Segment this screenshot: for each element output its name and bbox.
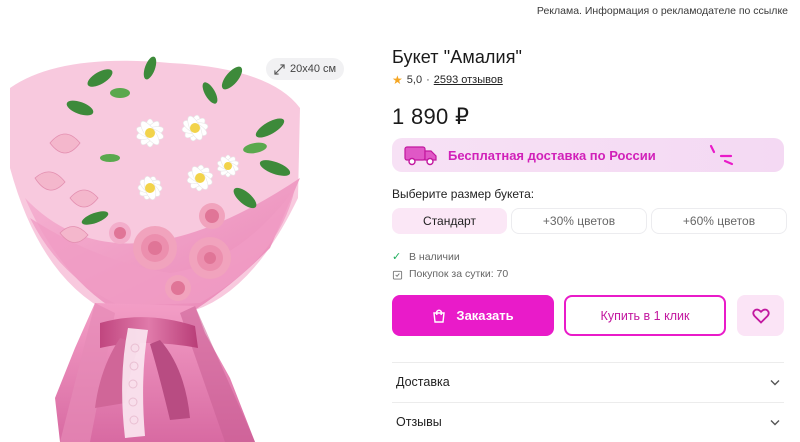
free-delivery-banner[interactable]: Бесплатная доставка по России (392, 138, 784, 172)
size-option-plus30[interactable]: +30% цветов (511, 208, 647, 234)
sparkle-decoration-icon (709, 144, 734, 166)
size-dimensions-chip: 20x40 см (266, 58, 345, 80)
size-option-plus60[interactable]: +60% цветов (651, 208, 787, 234)
order-button-label: Заказать (456, 308, 514, 323)
favorite-button[interactable] (737, 295, 784, 336)
bag-check-icon (392, 270, 403, 280)
free-delivery-text: Бесплатная доставка по России (448, 147, 656, 163)
product-image[interactable] (0, 48, 345, 442)
daily-purchases: Покупок за сутки: 70 (392, 268, 508, 280)
size-dimensions-label: 20x40 см (290, 63, 337, 75)
size-option-standard[interactable]: Стандарт (392, 208, 507, 234)
rating-value: 5,0 (406, 74, 423, 86)
rating-row: ★ 5,0 · 2593 отзывов (392, 74, 503, 86)
order-button[interactable]: Заказать (392, 295, 554, 336)
star-icon: ★ (392, 73, 403, 87)
chevron-down-icon (770, 419, 780, 425)
buy-one-click-button[interactable]: Купить в 1 клик (564, 295, 726, 336)
divider (392, 362, 784, 363)
stock-status: ✓ В наличии (392, 250, 460, 264)
check-icon: ✓ (392, 251, 402, 263)
ad-disclaimer[interactable]: Реклама. Информация о рекламодателе по с… (537, 5, 788, 17)
rating-separator: · (426, 74, 430, 86)
heart-icon (751, 308, 770, 324)
truck-icon (404, 146, 437, 166)
stock-status-text: В наличии (409, 250, 460, 263)
accordion-reviews-label: Отзывы (396, 415, 442, 429)
chevron-down-icon (770, 379, 780, 385)
reviews-link[interactable]: 2593 отзывов (434, 74, 503, 86)
accordion-delivery-label: Доставка (396, 375, 450, 389)
product-title: Букет "Амалия" (392, 47, 523, 67)
divider (392, 402, 784, 403)
bouquet-size-label: Выберите размер букета: (392, 187, 535, 201)
expand-arrows-icon (274, 63, 285, 75)
daily-purchases-text: Покупок за сутки: 70 (409, 268, 509, 280)
shopping-bag-icon (433, 309, 446, 323)
product-price: 1 890 ₽ (392, 104, 470, 129)
accordion-reviews[interactable]: Отзывы (396, 413, 780, 431)
accordion-delivery[interactable]: Доставка (396, 373, 780, 391)
bouquet-size-options: Стандарт +30% цветов +60% цветов (392, 208, 787, 234)
